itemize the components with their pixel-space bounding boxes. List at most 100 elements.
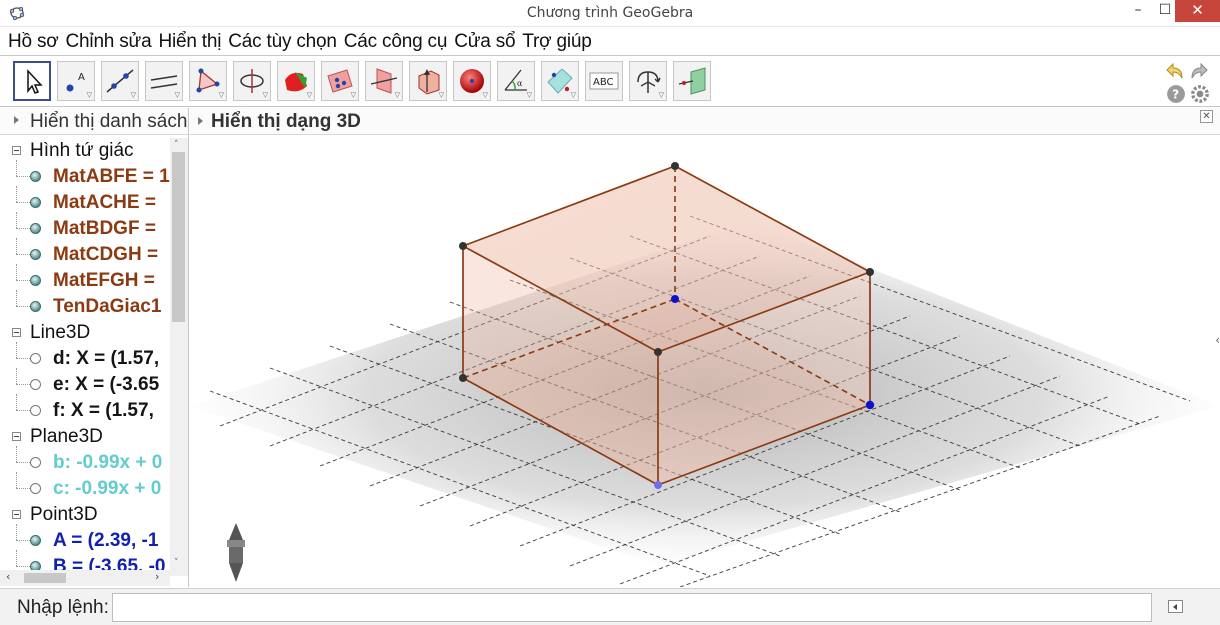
visibility-toggle-icon[interactable] [30,197,41,208]
point[interactable] [671,295,679,303]
object-definition: MatCDGH = [53,244,159,265]
collapse-arrow-icon[interactable] [198,117,203,125]
rotate-view-tool-button[interactable]: ▽ [629,61,667,101]
tree-connector [16,384,30,385]
object-definition: MatEFGH = [53,270,155,291]
tree-connector [16,342,17,358]
collapse-toggle-icon[interactable] [12,328,21,337]
horizontal-scrollbar[interactable]: ‹ › [0,570,170,586]
visibility-toggle-icon[interactable] [30,275,41,286]
vertical-scrollbar[interactable]: ˄ ˅ [170,138,188,576]
input-help-button[interactable] [1168,600,1183,613]
circle-axis-tool-button[interactable]: ▽ [233,61,271,101]
view-in-front-tool-icon [678,67,706,95]
tree-connector [16,410,30,411]
vertical-scroll-thumb[interactable] [172,152,185,322]
gear-icon[interactable] [1190,84,1210,104]
point[interactable] [654,348,662,356]
collapse-toggle-icon[interactable] [12,510,21,519]
menu-edit[interactable]: Chỉnh sửa [66,31,152,53]
intersect-surfaces-tool-button[interactable]: ▽ [277,61,315,101]
object-tree: Hình tứ giác MatABFE = 1 MatACHE = MatBDGF… [0,138,170,576]
scroll-up-icon[interactable]: ˄ [174,140,179,150]
point[interactable] [459,242,467,250]
point[interactable] [866,268,874,276]
perpendicular-line-tool-button[interactable]: ▽ [145,61,183,101]
tree-connector [16,254,30,255]
visibility-toggle-icon[interactable] [30,457,41,468]
point-tool-button[interactable]: A ▽ [57,61,95,101]
view-in-front-tool-button[interactable] [673,61,711,101]
close-view-button[interactable]: ✕ [1200,110,1213,123]
collapse-arrow-icon[interactable] [14,116,19,124]
minimize-button[interactable]: – [1125,0,1151,22]
tree-connector [16,186,17,202]
tree-group-label: Plane3D [30,426,103,447]
visibility-toggle-icon[interactable] [30,249,41,260]
tree-connector [16,540,30,541]
point[interactable] [459,374,467,382]
object-definition: d: X = (1.57, [53,348,160,369]
menu-options[interactable]: Các tùy chọn [228,31,337,53]
help-icon[interactable]: ? [1166,84,1186,104]
tree-connector [16,280,30,281]
tree-connector [16,212,17,228]
reflect-plane-tool-button[interactable]: ▽ [541,61,579,101]
text-tool-button[interactable]: ABC [585,61,623,101]
tree-connector [16,264,17,280]
svg-text:?: ? [1172,87,1179,101]
collapse-toggle-icon[interactable] [12,432,21,441]
scroll-right-icon[interactable]: › [155,570,159,583]
visibility-toggle-icon[interactable] [30,353,41,364]
3d-scene[interactable] [190,136,1220,587]
point[interactable] [865,400,875,410]
visibility-toggle-icon[interactable] [30,405,41,416]
object-definition: b: -0.99x + 0 [53,452,163,473]
tree-connector [16,238,17,254]
menu-bar: Hồ sơ Chỉnh sửa Hiển thị Các tùy chọn Cá… [0,28,1220,56]
graphics-3d-header[interactable]: Hiển thị dạng 3D ✕ [190,108,1220,135]
command-input[interactable] [112,593,1152,622]
side-panel-handle-icon[interactable]: ‹ [1215,333,1220,347]
visibility-toggle-icon[interactable] [30,171,41,182]
menu-view[interactable]: Hiển thị [158,31,221,53]
scroll-down-icon[interactable]: ˅ [174,558,179,568]
sphere-tool-button[interactable]: ▽ [453,61,491,101]
tree-connector [16,202,30,203]
window-title: Chương trình GeoGebra [526,5,694,21]
menu-window[interactable]: Cửa sổ [454,31,515,53]
horizontal-scroll-thumb[interactable] [24,573,66,583]
visibility-toggle-icon[interactable] [30,301,41,312]
visibility-toggle-icon[interactable] [30,223,41,234]
angle-tool-button[interactable]: α ▽ [497,61,535,101]
point[interactable] [671,162,679,170]
perpendicular-plane-tool-button[interactable]: ▽ [365,61,403,101]
algebra-view-header[interactable]: Hiển thị danh sách [0,108,188,135]
move-tool-button[interactable] [13,61,51,101]
collapse-toggle-icon[interactable] [12,146,21,155]
scroll-left-icon[interactable]: ‹ [6,570,10,583]
tree-connector [16,160,17,176]
plane-through-points-tool-button[interactable]: ▽ [321,61,359,101]
visibility-toggle-icon[interactable] [30,379,41,390]
tree-connector [16,176,30,177]
visibility-toggle-icon[interactable] [30,535,41,546]
polygon-tool-button[interactable]: ▽ [189,61,227,101]
z-axis-arrow-icon[interactable] [227,523,245,582]
input-label: Nhập lệnh: [17,597,109,618]
graphics-3d-view[interactable]: Hiển thị dạng 3D ✕ ‹ [190,108,1220,587]
tree-connector [16,566,30,567]
menu-file[interactable]: Hồ sơ [8,31,59,53]
menu-tools[interactable]: Các công cụ [344,31,448,53]
line-tool-button[interactable]: ▽ [101,61,139,101]
redo-icon[interactable] [1189,61,1209,81]
point[interactable] [654,481,662,489]
undo-icon[interactable] [1165,61,1185,81]
menu-help[interactable]: Trợ giúp [522,31,591,53]
tree-connector [16,462,30,463]
visibility-toggle-icon[interactable] [30,483,41,494]
tree-connector [16,550,17,566]
close-button[interactable]: ✕ [1175,0,1220,22]
tree-group-label: Point3D [30,504,98,525]
pyramid-tool-button[interactable]: ▽ [409,61,447,101]
